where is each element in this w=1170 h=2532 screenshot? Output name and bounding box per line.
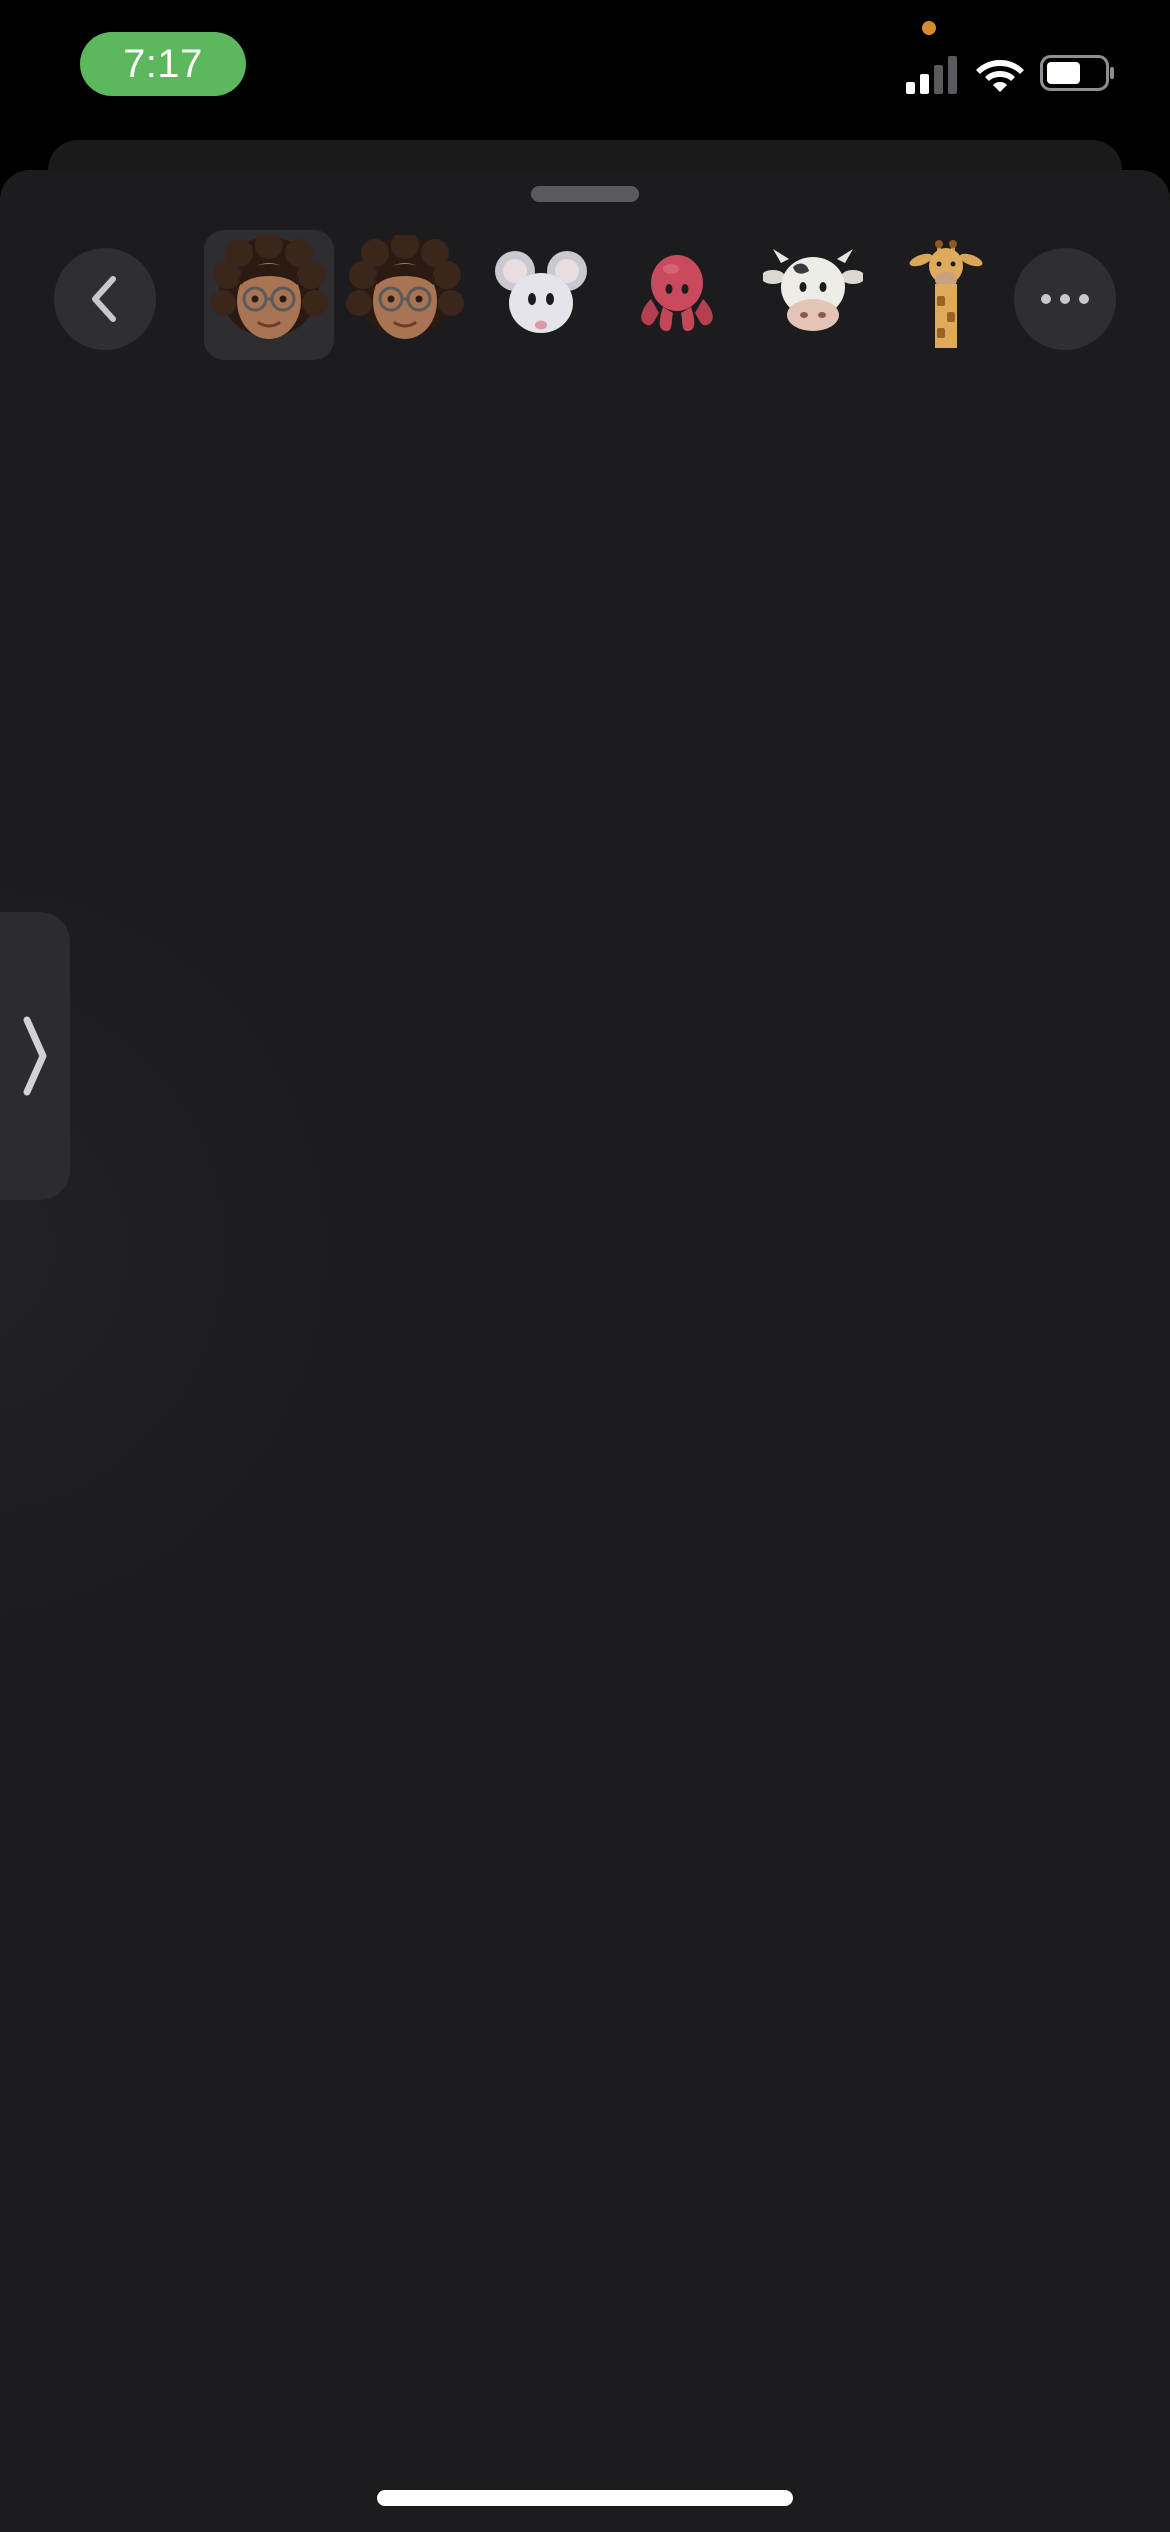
status-bar: 7:17 bbox=[0, 0, 1170, 140]
avatar-mouse[interactable] bbox=[476, 230, 606, 360]
status-time[interactable]: 7:17 bbox=[80, 32, 246, 96]
background-glow bbox=[0, 730, 480, 1770]
battery-icon bbox=[1040, 55, 1114, 91]
chevron-left-icon bbox=[92, 276, 116, 322]
avatar-memoji-selected[interactable] bbox=[204, 230, 334, 360]
octopus-icon bbox=[641, 255, 713, 331]
avatar-cow[interactable] bbox=[748, 230, 878, 360]
ellipsis-icon bbox=[1041, 294, 1089, 304]
home-indicator[interactable] bbox=[377, 2490, 793, 2506]
avatar-giraffe[interactable] bbox=[880, 230, 1010, 360]
sheet-grabber[interactable] bbox=[531, 186, 639, 202]
cow-icon bbox=[763, 249, 863, 331]
side-panel-handle[interactable] bbox=[0, 912, 70, 1200]
avatar-memoji[interactable] bbox=[340, 230, 470, 360]
giraffe-icon bbox=[909, 240, 983, 348]
wifi-icon bbox=[976, 60, 1024, 92]
back-button[interactable] bbox=[54, 248, 156, 350]
memoji-curly-hair-glasses-icon bbox=[210, 235, 328, 339]
avatar-octopus[interactable] bbox=[612, 230, 742, 360]
signal-icon bbox=[906, 56, 957, 94]
chevron-right-icon bbox=[23, 1016, 47, 1096]
more-button[interactable] bbox=[1014, 248, 1116, 350]
sticker-picker-sheet bbox=[0, 170, 1170, 2532]
memoji-curly-hair-glasses-icon bbox=[346, 235, 464, 339]
privacy-indicator-dot bbox=[922, 21, 936, 35]
mouse-icon bbox=[495, 251, 587, 333]
